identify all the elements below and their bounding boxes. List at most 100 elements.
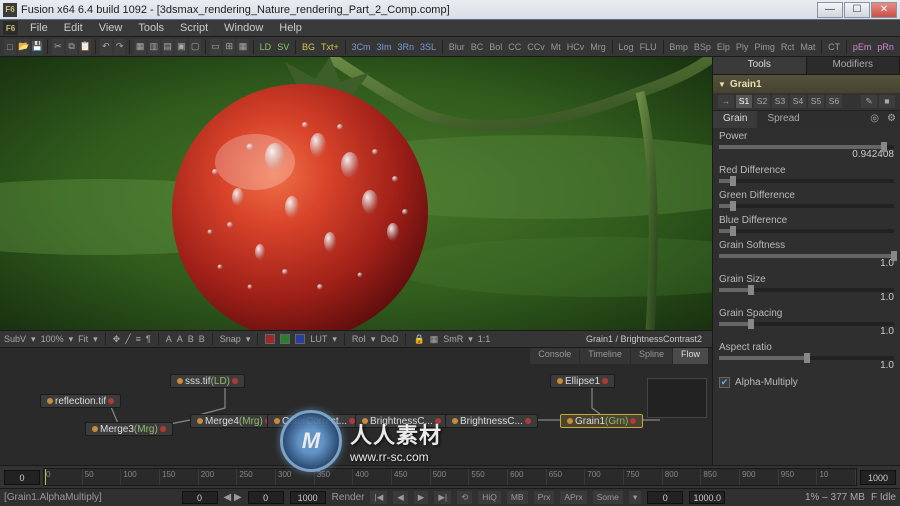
tool-grid-icon[interactable]: ▦ (237, 39, 249, 55)
srow-script-icon[interactable]: ✎ (861, 95, 877, 108)
param-slider[interactable] (719, 204, 894, 208)
vtb-snap[interactable]: Snap (220, 334, 241, 344)
menu-help[interactable]: Help (272, 21, 309, 35)
transport-hiq[interactable]: HiQ (478, 491, 501, 504)
window-minimize-button[interactable]: — (817, 2, 843, 18)
tool-redo-icon[interactable]: ↷ (114, 39, 126, 55)
tool-3sl[interactable]: 3SL (420, 42, 436, 52)
vtb-info-icon[interactable]: ¶ (146, 334, 151, 344)
subtab-target-icon[interactable]: ◎ (866, 111, 883, 128)
tool-new-icon[interactable]: □ (4, 39, 16, 55)
param-value[interactable]: 1.0 (719, 292, 894, 303)
flow-node[interactable]: Grain1 (Grn) (560, 414, 643, 428)
vtb-ch-a2[interactable]: A (177, 334, 183, 344)
tool-pem[interactable]: pEm (853, 42, 872, 52)
app-menu-icon[interactable]: F6 (3, 21, 18, 35)
time-playhead-icon[interactable] (45, 469, 46, 485)
tool-layout-2-icon[interactable]: ▥ (148, 39, 160, 55)
subtab-gear-icon[interactable]: ⚙ (883, 111, 900, 128)
time-ruler-track[interactable]: 0501001502002503003504004505005506006507… (43, 468, 857, 486)
param-value[interactable]: 0.942408 (719, 149, 894, 160)
param-blue-difference[interactable]: Blue Difference (713, 212, 900, 237)
tool-layout-5-icon[interactable]: ▢ (189, 39, 201, 55)
tool-3cm[interactable]: 3Cm (351, 42, 370, 52)
time-out[interactable]: 1000 (860, 470, 896, 485)
tool-mat[interactable]: Mat (800, 42, 815, 52)
transport-play-icon[interactable]: ▶ (414, 491, 429, 504)
tool-bsp[interactable]: BSp (694, 42, 711, 52)
inspector-node-header[interactable]: ▼ Grain1 (713, 75, 900, 93)
tool-layout-4-icon[interactable]: ▣ (175, 39, 187, 55)
render-button[interactable]: Render (332, 492, 365, 503)
menu-file[interactable]: File (23, 21, 55, 35)
tool-copy-icon[interactable]: ⧉ (66, 39, 78, 55)
tool-bol[interactable]: Bol (489, 42, 502, 52)
transport-cur[interactable]: 0 (248, 491, 284, 504)
param-red-difference[interactable]: Red Difference (713, 162, 900, 187)
time-in[interactable]: 0 (4, 470, 40, 485)
tool-pimg[interactable]: Pimg (754, 42, 775, 52)
tool-txt[interactable]: Txt+ (321, 42, 339, 52)
inspector-tab-tools[interactable]: Tools (713, 57, 807, 74)
srow-s2[interactable]: S2 (754, 95, 770, 108)
flow-node[interactable]: BrightnessC... (355, 414, 448, 428)
tab-spline[interactable]: Spline (631, 348, 672, 364)
param-grain-size[interactable]: Grain Size1.0 (713, 271, 900, 305)
tool-rct[interactable]: Rct (781, 42, 795, 52)
transport-aprx[interactable]: APrx (560, 491, 586, 504)
tool-sv[interactable]: SV (277, 42, 289, 52)
tool-undo-icon[interactable]: ↶ (100, 39, 112, 55)
flow-navigator[interactable] (647, 378, 707, 418)
tab-flow[interactable]: Flow (673, 348, 708, 364)
transport-out[interactable]: 1000 (290, 491, 326, 504)
tool-paste-icon[interactable]: 📋 (79, 39, 91, 55)
transport-prev-icon[interactable]: ◀ (393, 491, 408, 504)
transport-some-drop-icon[interactable]: ▾ (629, 491, 641, 504)
param-grain-spacing[interactable]: Grain Spacing1.0 (713, 305, 900, 339)
tool-log[interactable]: Log (619, 42, 634, 52)
vtb-zoom[interactable]: 100% (41, 334, 64, 344)
flow-node[interactable]: reflection.tif (40, 394, 121, 408)
vtb-fit[interactable]: Fit (78, 334, 88, 344)
tool-layout-3-icon[interactable]: ▤ (162, 39, 174, 55)
vtb-pan-icon[interactable]: ✥ (113, 334, 121, 345)
tool-3im[interactable]: 3Im (376, 42, 391, 52)
tool-bin-icon[interactable]: ▭ (210, 39, 222, 55)
param-slider[interactable] (719, 322, 894, 326)
vtb-color-r[interactable] (265, 334, 275, 344)
param-value[interactable]: 1.0 (719, 258, 894, 269)
flow-node[interactable]: Merge4 (Mrg) (190, 414, 278, 428)
vtb-1to1[interactable]: 1:1 (478, 334, 491, 344)
vtb-subv-drop-icon[interactable]: ▾ (31, 334, 36, 345)
tool-save-icon[interactable]: 💾 (32, 39, 44, 55)
transport-mb[interactable]: MB (507, 491, 528, 504)
flow-node[interactable]: ColorCorrect... (267, 414, 362, 428)
param-aspect-ratio[interactable]: Aspect ratio1.0 (713, 339, 900, 373)
flow-node[interactable]: Ellipse1 (550, 374, 615, 388)
tool-layout-1-icon[interactable]: ▦ (134, 39, 146, 55)
tool-flu[interactable]: FLU (640, 42, 657, 52)
tool-ply[interactable]: Ply (736, 42, 749, 52)
vtb-zoom-drop-icon[interactable]: ▾ (69, 334, 74, 345)
tool-open-icon[interactable]: 📂 (18, 39, 30, 55)
menu-edit[interactable]: Edit (57, 21, 90, 35)
vtb-ch-b1[interactable]: B (188, 334, 194, 344)
tool-bg[interactable]: BG (302, 42, 315, 52)
vtb-snap-drop-icon[interactable]: ▾ (246, 334, 251, 345)
menu-script[interactable]: Script (173, 21, 215, 35)
param-slider[interactable] (719, 179, 894, 183)
menu-tools[interactable]: Tools (131, 21, 171, 35)
vtb-roi[interactable]: RoI (352, 334, 366, 344)
vtb-color-b[interactable] (295, 334, 305, 344)
srow-s5[interactable]: S5 (808, 95, 824, 108)
vtb-ch-a1[interactable]: A (166, 334, 172, 344)
tab-console[interactable]: Console (530, 348, 579, 364)
vtb-color-g[interactable] (280, 334, 290, 344)
param-slider[interactable] (719, 254, 894, 258)
vtb-guide-icon[interactable]: ╱ (125, 334, 130, 345)
tool-prn[interactable]: pRn (877, 42, 894, 52)
tool-bc[interactable]: BC (471, 42, 484, 52)
subtab-spread[interactable]: Spread (757, 111, 809, 128)
tool-ccv[interactable]: CCv (527, 42, 545, 52)
vtb-fit-drop-icon[interactable]: ▾ (93, 334, 98, 345)
